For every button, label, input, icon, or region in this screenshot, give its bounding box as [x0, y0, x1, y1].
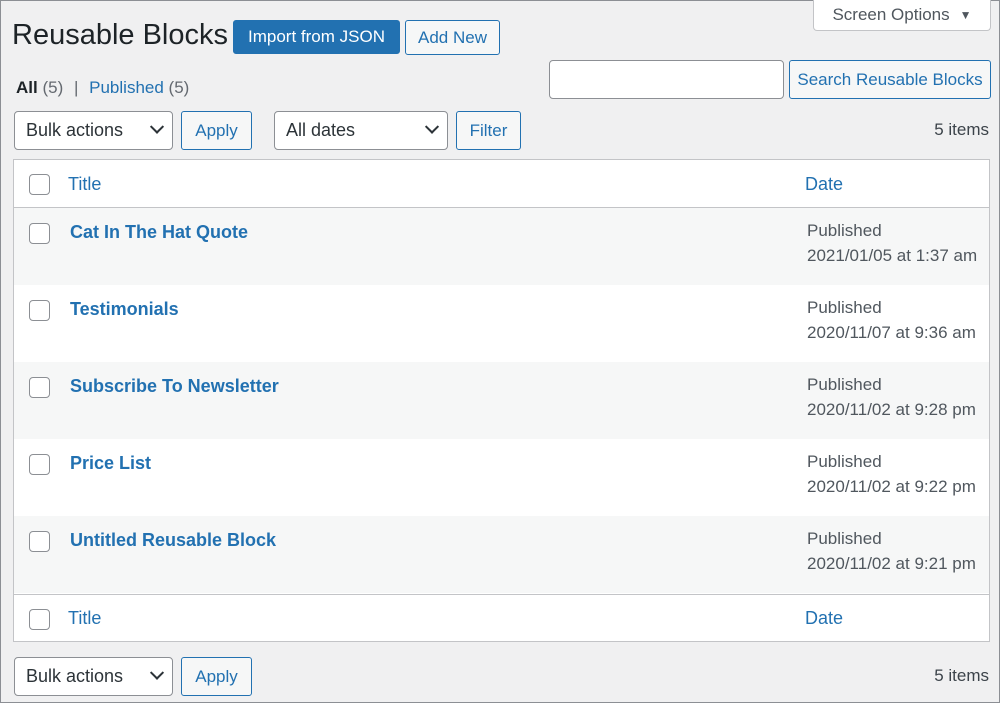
column-date-sort-footer[interactable]: Date	[805, 608, 843, 629]
table-row: Cat In The Hat Quote Published 2021/01/0…	[14, 208, 989, 285]
row-date: 2020/11/02 at 9:22 pm	[807, 477, 976, 496]
row-date: 2020/11/02 at 9:28 pm	[807, 400, 976, 419]
import-from-json-button[interactable]: Import from JSON	[233, 20, 400, 54]
row-title-link[interactable]: Price List	[70, 453, 151, 474]
view-filters: All (5) | Published (5)	[16, 78, 189, 98]
row-status: Published	[807, 529, 882, 548]
row-checkbox[interactable]	[29, 531, 50, 552]
search-reusable-blocks-button[interactable]: Search Reusable Blocks	[789, 60, 991, 99]
view-published-link[interactable]: Published	[89, 78, 164, 97]
column-date-sort[interactable]: Date	[805, 174, 843, 195]
row-date: 2020/11/07 at 9:36 am	[807, 323, 976, 342]
select-all-checkbox-footer[interactable]	[29, 609, 50, 630]
row-checkbox[interactable]	[29, 300, 50, 321]
chevron-down-icon	[424, 119, 440, 134]
view-published-count: (5)	[168, 78, 190, 97]
column-title-sort-footer[interactable]: Title	[68, 608, 101, 629]
table-row: Subscribe To Newsletter Published 2020/1…	[14, 362, 989, 439]
row-checkbox[interactable]	[29, 223, 50, 244]
column-title-sort[interactable]: Title	[68, 174, 101, 195]
row-title-link[interactable]: Untitled Reusable Block	[70, 530, 276, 551]
row-checkbox[interactable]	[29, 454, 50, 475]
apply-button[interactable]: Apply	[181, 111, 252, 150]
items-count-bottom: 5 items	[934, 666, 989, 685]
row-date: 2020/11/02 at 9:21 pm	[807, 554, 976, 573]
items-count: 5 items	[934, 120, 989, 139]
screen-options-toggle[interactable]: Screen Options ▼	[813, 0, 991, 31]
table-row: Untitled Reusable Block Published 2020/1…	[14, 516, 989, 593]
bulk-actions-select-bottom[interactable]: Bulk actions	[14, 657, 173, 696]
view-all-count: (5)	[42, 78, 64, 97]
row-status: Published	[807, 221, 882, 240]
triangle-down-icon: ▼	[959, 7, 972, 22]
search-input[interactable]	[549, 60, 784, 99]
apply-button-bottom[interactable]: Apply	[181, 657, 252, 696]
table-row: Testimonials Published 2020/11/07 at 9:3…	[14, 285, 989, 362]
select-all-checkbox[interactable]	[29, 174, 50, 195]
row-title-link[interactable]: Subscribe To Newsletter	[70, 376, 279, 397]
dates-filter-value: All dates	[286, 120, 356, 140]
row-status: Published	[807, 298, 882, 317]
row-title-link[interactable]: Testimonials	[70, 299, 179, 320]
page-title: Reusable Blocks	[12, 19, 228, 51]
view-all-link[interactable]: All	[16, 78, 38, 97]
filter-button[interactable]: Filter	[456, 111, 521, 150]
reusable-blocks-table: Title Date Cat In The Hat Quote Publishe…	[13, 159, 990, 642]
row-title-link[interactable]: Cat In The Hat Quote	[70, 222, 248, 243]
row-status: Published	[807, 452, 882, 471]
row-checkbox[interactable]	[29, 377, 50, 398]
screen-options-label: Screen Options	[832, 4, 950, 24]
table-footer: Title Date	[14, 594, 989, 641]
table-header: Title Date	[14, 160, 989, 208]
chevron-down-icon	[149, 665, 165, 680]
bulk-actions-select[interactable]: Bulk actions	[14, 111, 173, 150]
dates-filter-select[interactable]: All dates	[274, 111, 448, 150]
row-status: Published	[807, 375, 882, 394]
table-row: Price List Published 2020/11/02 at 9:22 …	[14, 439, 989, 516]
row-date: 2021/01/05 at 1:37 am	[807, 246, 978, 265]
bulk-actions-value-bottom: Bulk actions	[26, 666, 124, 686]
add-new-button[interactable]: Add New	[405, 20, 500, 55]
view-separator: |	[73, 78, 79, 97]
chevron-down-icon	[149, 119, 165, 134]
bulk-actions-value: Bulk actions	[26, 120, 124, 140]
